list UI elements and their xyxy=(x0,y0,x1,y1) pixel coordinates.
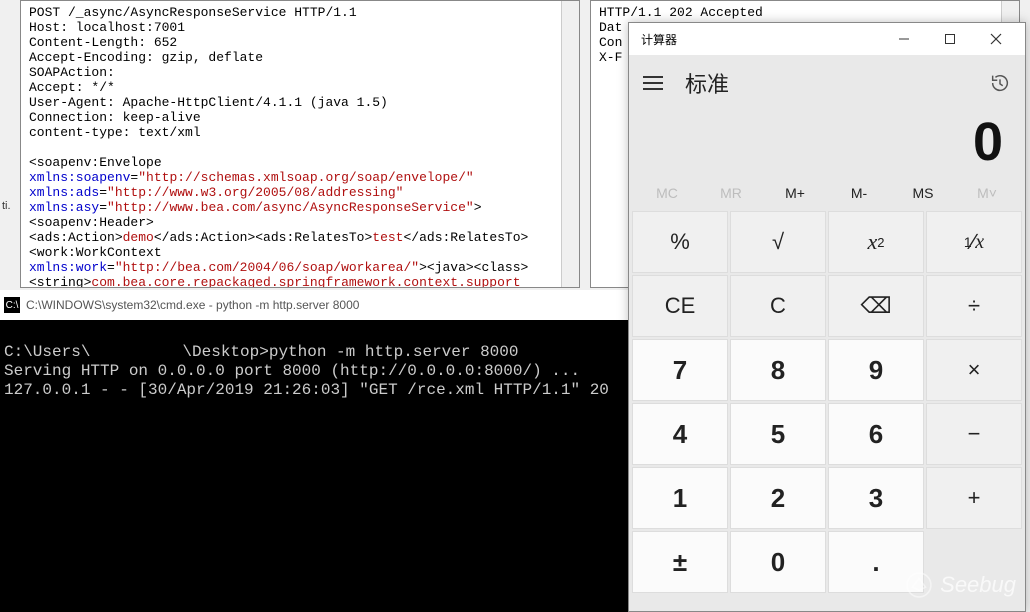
sqrt-button[interactable]: √ xyxy=(730,211,826,273)
mc-button[interactable]: MC xyxy=(635,185,699,201)
digit-3-button[interactable]: 3 xyxy=(828,467,924,529)
close-button[interactable] xyxy=(973,24,1019,54)
c-button[interactable]: C xyxy=(730,275,826,337)
cmd-window[interactable]: C:\ C:\WINDOWS\system32\cmd.exe - python… xyxy=(0,290,628,612)
scrollbar[interactable] xyxy=(561,1,579,287)
digit-9-button[interactable]: 9 xyxy=(828,339,924,401)
calc-mode: 标准 xyxy=(685,67,729,99)
negate-button[interactable]: ± xyxy=(632,531,728,593)
http-request-text: POST /_async/AsyncResponseService HTTP/1… xyxy=(29,5,571,288)
divide-button[interactable]: ÷ xyxy=(926,275,1022,337)
add-button[interactable]: + xyxy=(926,467,1022,529)
mplus-button[interactable]: M+ xyxy=(763,185,827,201)
multiply-button[interactable]: × xyxy=(926,339,1022,401)
backspace-button[interactable]: ⌫ xyxy=(828,275,924,337)
square-button[interactable]: x2 xyxy=(828,211,924,273)
cmd-icon: C:\ xyxy=(4,297,20,313)
calc-header: 标准 xyxy=(629,55,1025,111)
maximize-button[interactable] xyxy=(927,24,973,54)
http-request-panel[interactable]: POST /_async/AsyncResponseService HTTP/1… xyxy=(20,0,580,288)
digit-5-button[interactable]: 5 xyxy=(730,403,826,465)
mr-button[interactable]: MR xyxy=(699,185,763,201)
digit-2-button[interactable]: 2 xyxy=(730,467,826,529)
history-icon[interactable] xyxy=(989,72,1011,94)
subtract-button[interactable]: − xyxy=(926,403,1022,465)
digit-1-button[interactable]: 1 xyxy=(632,467,728,529)
decimal-button[interactable]: . xyxy=(828,531,924,593)
cmd-title: C:\WINDOWS\system32\cmd.exe - python -m … xyxy=(26,298,359,312)
calc-title: 计算器 xyxy=(641,31,677,48)
minimize-button[interactable] xyxy=(881,24,927,54)
mv-button[interactable]: M˅ xyxy=(955,185,1019,201)
reciprocal-button[interactable]: 1∕x xyxy=(926,211,1022,273)
calculator-window[interactable]: 计算器 标准 0 MC MR M+ M- MS M˅ % √ x2 1∕x CE… xyxy=(628,22,1026,612)
percent-button[interactable]: % xyxy=(632,211,728,273)
ms-button[interactable]: MS xyxy=(891,185,955,201)
calc-titlebar[interactable]: 计算器 xyxy=(629,23,1025,55)
ce-button[interactable]: CE xyxy=(632,275,728,337)
mminus-button[interactable]: M- xyxy=(827,185,891,201)
side-label: ti. xyxy=(2,200,11,212)
digit-4-button[interactable]: 4 xyxy=(632,403,728,465)
cmd-output: C:\Users\\Desktop>python -m http.server … xyxy=(0,320,628,404)
calc-display: 0 xyxy=(629,111,1025,179)
cmd-titlebar[interactable]: C:\ C:\WINDOWS\system32\cmd.exe - python… xyxy=(0,290,628,320)
calc-keypad: % √ x2 1∕x CE C ⌫ ÷ 7 8 9 × 4 5 6 − 1 2 … xyxy=(629,211,1025,611)
memory-row: MC MR M+ M- MS M˅ xyxy=(629,179,1025,211)
digit-7-button[interactable]: 7 xyxy=(632,339,728,401)
menu-icon[interactable] xyxy=(643,76,663,90)
digit-8-button[interactable]: 8 xyxy=(730,339,826,401)
digit-6-button[interactable]: 6 xyxy=(828,403,924,465)
digit-0-button[interactable]: 0 xyxy=(730,531,826,593)
